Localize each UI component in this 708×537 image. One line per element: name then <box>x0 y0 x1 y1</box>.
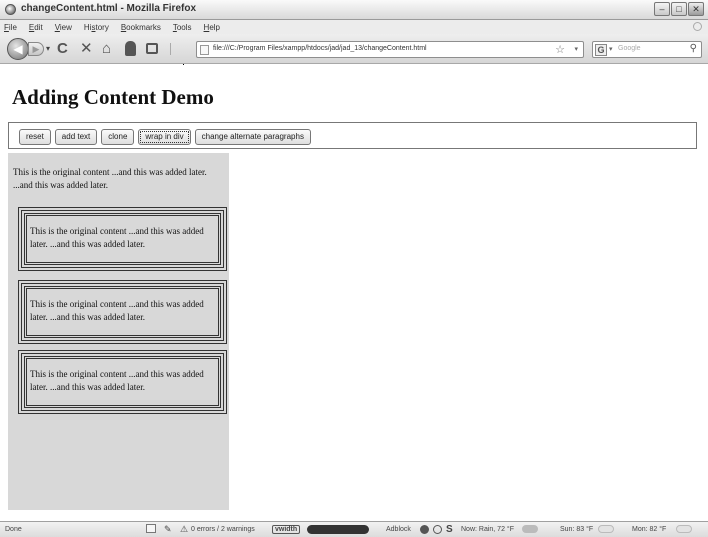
wrapped-paragraph: This is the original content ...and this… <box>30 369 204 392</box>
print-icon[interactable] <box>146 43 158 54</box>
puzzle-icon[interactable]: ✎ <box>164 524 172 535</box>
navigation-toolbar: ◀ ▶ ▾ C ✕ ⌂ file:///C:/Program Files/xam… <box>0 34 708 64</box>
search-icon[interactable]: ⚲ <box>690 43 697 54</box>
bookmark-star-icon[interactable]: ☆ <box>555 43 565 56</box>
wrapped-paragraph: This is the original content ...and this… <box>30 226 204 249</box>
menu-file[interactable]: File <box>4 23 17 32</box>
wrapped-div-3: This is the original content ...and this… <box>18 350 227 414</box>
button-panel: reset add text clone wrap in div change … <box>8 122 697 149</box>
page-icon <box>200 45 209 55</box>
button-row: reset add text clone wrap in div change … <box>19 129 311 145</box>
menu-view[interactable]: View <box>55 23 72 32</box>
search-bar[interactable]: G ▾ Google ⚲ <box>592 41 702 58</box>
clone-button[interactable]: clone <box>101 129 135 145</box>
s-label[interactable]: S <box>446 524 453 535</box>
window-title: changeContent.html - Mozilla Firefox <box>21 3 197 14</box>
toolbar-separator <box>170 43 171 55</box>
window-title-bar: changeContent.html - Mozilla Firefox – □… <box>0 0 708 20</box>
sun-icon <box>598 525 614 533</box>
wrapped-paragraph: This is the original content ...and this… <box>30 299 204 322</box>
window-controls: – □ ✕ <box>654 2 704 16</box>
reset-button[interactable]: reset <box>19 129 51 145</box>
partly-cloudy-icon <box>676 525 692 533</box>
menu-edit[interactable]: Edit <box>29 23 43 32</box>
clock-icon[interactable] <box>433 525 442 534</box>
original-paragraph: This is the original content ...and this… <box>13 167 207 190</box>
reload-icon[interactable]: C <box>57 40 68 58</box>
wrap-in-div-button[interactable]: wrap in div <box>138 129 191 145</box>
weather-sun: Sun: 83 °F <box>560 526 594 533</box>
wrapped-div-1: This is the original content ...and this… <box>18 207 227 271</box>
menu-help[interactable]: Help <box>204 23 220 32</box>
search-input[interactable]: Google <box>618 45 641 52</box>
throbber-icon <box>693 22 702 31</box>
warning-icon[interactable]: ⚠ <box>180 524 188 535</box>
extension-icon[interactable] <box>125 41 136 56</box>
url-dropdown-icon[interactable]: ▾ <box>574 45 578 53</box>
wrapped-div-2: This is the original content ...and this… <box>18 280 227 344</box>
home-icon[interactable]: ⌂ <box>102 40 111 58</box>
wrapped-div-inner: This is the original content ...and this… <box>24 286 221 338</box>
stop-icon[interactable]: ✕ <box>80 40 93 58</box>
page-heading: Adding Content Demo <box>12 85 214 109</box>
back-button[interactable]: ◀ <box>7 38 29 60</box>
menu-history[interactable]: History <box>84 23 109 32</box>
menu-bookmarks[interactable]: Bookmarks <box>121 23 161 32</box>
forward-button[interactable]: ▶ <box>28 42 44 56</box>
history-dropdown-icon[interactable]: ▾ <box>46 44 50 53</box>
search-engine-icon[interactable]: G <box>595 44 607 56</box>
weather-now: Now: Rain, 72 °F <box>461 526 514 533</box>
url-text[interactable]: file:///C:/Program Files/xampp/htdocs/ja… <box>213 45 427 52</box>
minimize-button[interactable]: – <box>654 2 670 16</box>
page-content: Adding Content Demo reset add text clone… <box>0 65 708 521</box>
addon-icon[interactable] <box>146 524 156 533</box>
cloud-icon <box>522 525 538 533</box>
menu-tools[interactable]: Tools <box>173 23 192 32</box>
vwidth-label[interactable]: vwidth <box>272 525 301 534</box>
menu-bar: File Edit View History Bookmarks Tools H… <box>0 20 708 34</box>
wrapped-div-inner: This is the original content ...and this… <box>24 213 221 265</box>
change-alternate-paragraphs-button[interactable]: change alternate paragraphs <box>194 129 311 145</box>
wrapped-div-inner: This is the original content ...and this… <box>24 356 221 408</box>
url-bar[interactable]: file:///C:/Program Files/xampp/htdocs/ja… <box>196 41 584 58</box>
close-button[interactable]: ✕ <box>688 2 704 16</box>
status-pill[interactable] <box>307 525 369 534</box>
status-bar: Done ✎ ⚠ 0 errors / 2 warnings vwidth Ad… <box>0 521 708 537</box>
content-area: This is the original content ...and this… <box>8 153 229 510</box>
status-text: Done <box>5 526 22 533</box>
weather-mon: Mon: 82 °F <box>632 526 667 533</box>
firefox-icon <box>5 4 16 15</box>
maximize-button[interactable]: □ <box>671 2 687 16</box>
error-count[interactable]: 0 errors / 2 warnings <box>191 526 255 533</box>
status-circle-icon[interactable] <box>420 525 429 534</box>
adblock-label[interactable]: Adblock <box>386 526 411 533</box>
search-engine-dropdown-icon[interactable]: ▾ <box>609 45 613 53</box>
add-text-button[interactable]: add text <box>54 129 98 145</box>
